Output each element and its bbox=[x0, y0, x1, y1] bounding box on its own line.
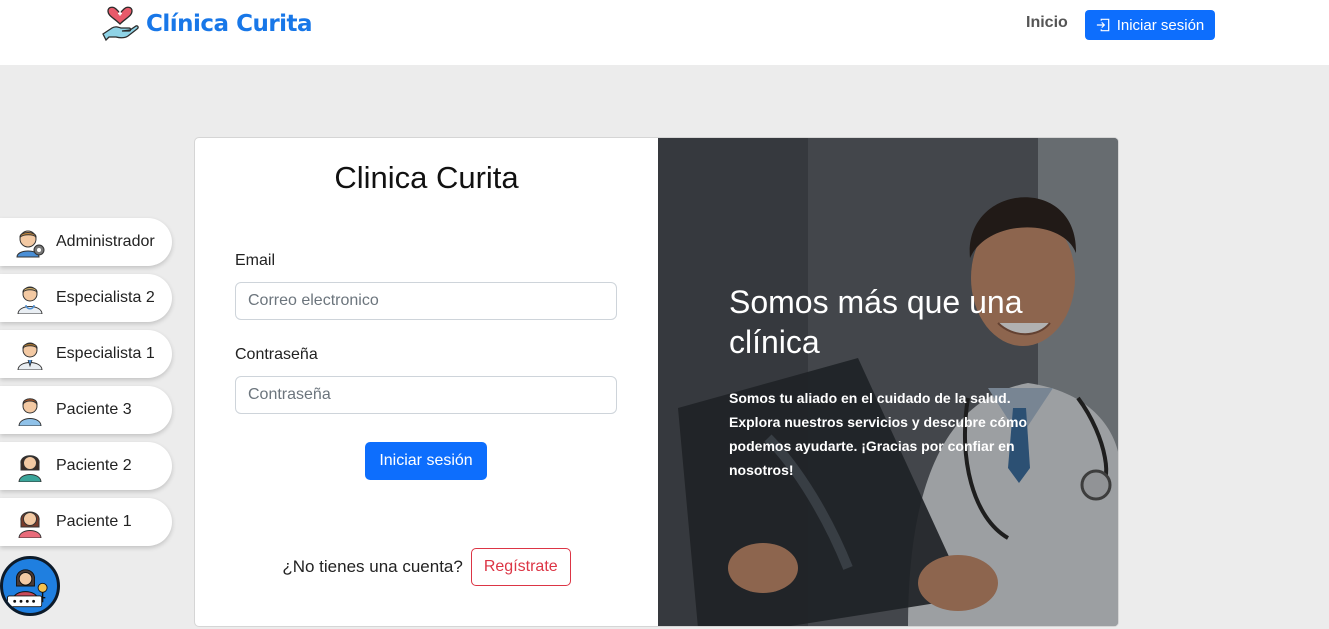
brand[interactable]: Clínica Curita bbox=[100, 4, 313, 44]
email-label: Email bbox=[235, 252, 276, 269]
hero-title: Somos más que una clínica bbox=[729, 284, 1023, 360]
doctor-avatar-icon bbox=[17, 286, 43, 314]
login-submit-button[interactable]: Iniciar sesión bbox=[365, 442, 487, 480]
admin-avatar-icon bbox=[16, 230, 45, 258]
nav-login-label: Iniciar sesión bbox=[1116, 16, 1205, 34]
signup-button[interactable]: Regístrate bbox=[470, 548, 571, 586]
patient-avatar-icon bbox=[18, 398, 42, 426]
quick-user-label: Administrador bbox=[56, 233, 155, 250]
quick-user-label: Especialista 1 bbox=[56, 345, 155, 362]
nav-login-button[interactable]: Iniciar sesión bbox=[1085, 10, 1215, 40]
heart-hand-logo-icon bbox=[102, 6, 139, 42]
hero-panel: Somos más que una clínica Somos tu aliad… bbox=[658, 138, 1118, 626]
quick-user-label: Especialista 2 bbox=[56, 289, 155, 306]
quick-user-paciente-1[interactable]: Paciente 1 bbox=[0, 498, 172, 546]
signup-row: ¿No tienes una cuenta? Regístrate bbox=[195, 548, 658, 586]
quick-user-label: Paciente 2 bbox=[56, 457, 132, 474]
quick-user-especialista-1[interactable]: Especialista 1 bbox=[0, 330, 172, 378]
password-input[interactable] bbox=[235, 376, 617, 414]
quick-user-paciente-2[interactable]: Paciente 2 bbox=[0, 442, 172, 490]
password-label: Contraseña bbox=[235, 346, 318, 363]
user-password-icon bbox=[7, 569, 48, 608]
patient-avatar-icon bbox=[18, 511, 42, 538]
hero-text: Somos tu aliado en el cuidado de la salu… bbox=[729, 390, 1028, 478]
quick-user-paciente-3[interactable]: Paciente 3 bbox=[0, 386, 172, 434]
patient-avatar-icon bbox=[18, 455, 42, 482]
login-card: Clinica Curita Email Contraseña Iniciar … bbox=[194, 137, 1119, 627]
nav-home-link[interactable]: Inicio bbox=[1026, 14, 1068, 32]
quick-user-label: Paciente 3 bbox=[56, 401, 132, 418]
quick-user-label: Paciente 1 bbox=[56, 513, 132, 530]
quick-user-administrador[interactable]: Administrador bbox=[0, 218, 172, 266]
top-navbar: Clínica Curita Inicio Iniciar sesión bbox=[0, 0, 1329, 65]
email-input[interactable] bbox=[235, 282, 617, 320]
login-form: Clinica Curita Email Contraseña Iniciar … bbox=[195, 138, 658, 626]
quick-access-button[interactable] bbox=[0, 556, 60, 616]
doctor-avatar-icon bbox=[17, 342, 43, 370]
quick-user-especialista-2[interactable]: Especialista 2 bbox=[0, 274, 172, 322]
doctor-photo bbox=[658, 138, 1118, 626]
login-title: Clinica Curita bbox=[334, 160, 519, 195]
brand-name: Clínica Curita bbox=[146, 11, 313, 37]
signup-question: ¿No tienes una cuenta? bbox=[282, 557, 463, 576]
login-icon bbox=[1096, 18, 1110, 32]
